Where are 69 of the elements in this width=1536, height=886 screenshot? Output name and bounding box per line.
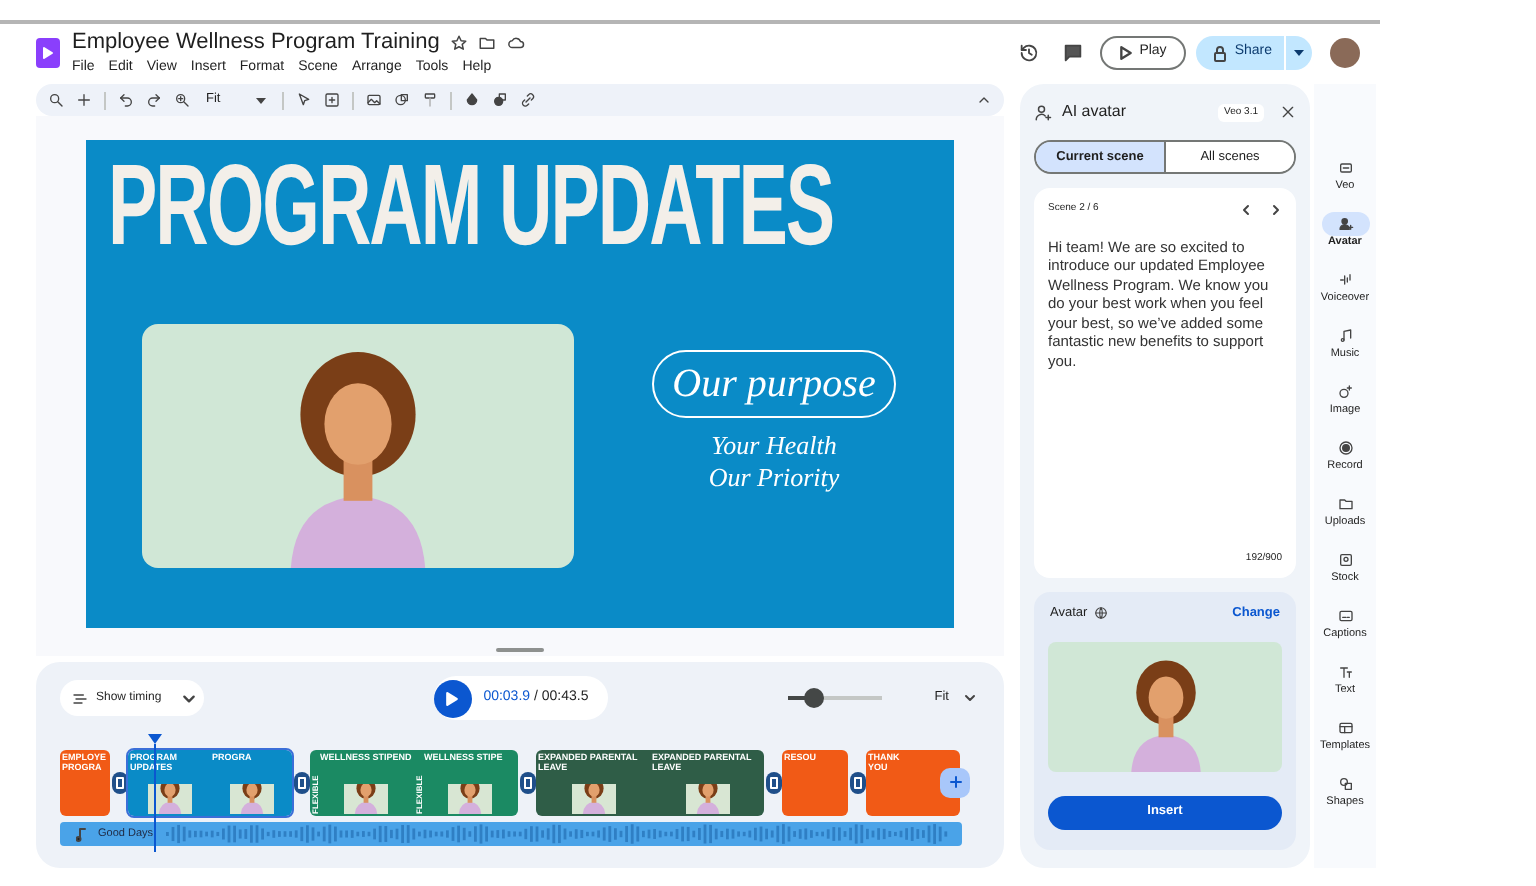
slide-title: PROGRAM UPDATES — [108, 148, 834, 273]
globe-icon[interactable] — [1093, 606, 1108, 621]
mask-icon[interactable] — [492, 92, 509, 108]
chevron-down-icon — [964, 694, 977, 702]
transition-icon[interactable] — [765, 771, 781, 793]
rail-icon — [1337, 440, 1353, 456]
fill-icon[interactable] — [464, 92, 481, 108]
music-note-icon — [76, 827, 86, 841]
add-scene-button[interactable] — [940, 767, 970, 797]
zoom-icon[interactable] — [174, 92, 190, 108]
rail-icon — [1337, 496, 1353, 512]
slide-pill: Our purpose — [652, 350, 896, 418]
rail-icon — [1337, 384, 1353, 400]
resize-handle[interactable] — [496, 648, 544, 652]
rail-icon — [1337, 552, 1353, 568]
document-title[interactable]: Employee Wellness Program Training — [72, 30, 440, 56]
play-icon — [1119, 46, 1132, 60]
share-dropdown-button[interactable] — [1284, 36, 1312, 70]
person-silhouette — [153, 783, 185, 813]
caret-icon — [1294, 50, 1304, 56]
undo-icon[interactable] — [118, 92, 134, 108]
shape-icon[interactable] — [394, 92, 411, 108]
person-silhouette — [235, 783, 267, 813]
rail-icon — [1337, 160, 1353, 176]
caret-icon — [256, 97, 267, 103]
cloud-icon — [505, 34, 526, 52]
link-icon[interactable] — [520, 92, 537, 108]
rail-icon — [1337, 720, 1353, 736]
folder-icon[interactable] — [477, 34, 496, 52]
chevron-up-icon[interactable] — [976, 92, 992, 108]
paint-format-icon[interactable] — [422, 92, 439, 108]
add-icon — [949, 776, 961, 788]
comment-icon[interactable] — [1061, 42, 1084, 64]
rail-icon — [1337, 272, 1353, 288]
panel-title: AI avatar — [1062, 100, 1127, 124]
transition-icon[interactable] — [519, 771, 535, 793]
lock-icon — [1214, 45, 1227, 61]
add-icon[interactable] — [76, 92, 92, 108]
history-icon[interactable] — [1017, 42, 1040, 64]
playhead-marker-icon — [148, 734, 162, 744]
person-silhouette — [350, 783, 382, 813]
document-logo-icon[interactable] — [36, 38, 60, 68]
chevron-right-icon[interactable] — [1270, 203, 1282, 216]
rail-icon — [1337, 664, 1353, 680]
person-silhouette — [577, 783, 609, 813]
chevron-down-icon — [181, 693, 196, 703]
redo-icon[interactable] — [146, 92, 162, 108]
cursor-icon[interactable] — [296, 92, 313, 108]
person-silhouette — [454, 783, 486, 813]
transition-icon[interactable] — [111, 771, 127, 793]
chevron-left-icon[interactable] — [1240, 203, 1252, 216]
person-silhouette — [691, 783, 723, 813]
star-icon[interactable] — [449, 34, 468, 52]
timing-icon — [72, 691, 88, 705]
avatar-icon — [1034, 103, 1052, 121]
rail-icon — [1337, 776, 1353, 792]
slide-tagline: Our Priority — [708, 462, 840, 494]
transition-icon[interactable] — [849, 771, 865, 793]
search-icon[interactable] — [48, 92, 64, 108]
rail-icon — [1337, 328, 1353, 344]
slide-tagline: Your Health — [711, 430, 837, 462]
play-button[interactable] — [433, 679, 472, 717]
play-icon — [446, 691, 459, 705]
add-box-icon[interactable] — [324, 92, 341, 108]
close-icon[interactable] — [1280, 104, 1296, 120]
image-icon[interactable] — [366, 92, 383, 108]
slider-thumb[interactable] — [804, 688, 825, 708]
account-avatar[interactable] — [1330, 38, 1360, 68]
rail-icon — [1337, 608, 1353, 624]
